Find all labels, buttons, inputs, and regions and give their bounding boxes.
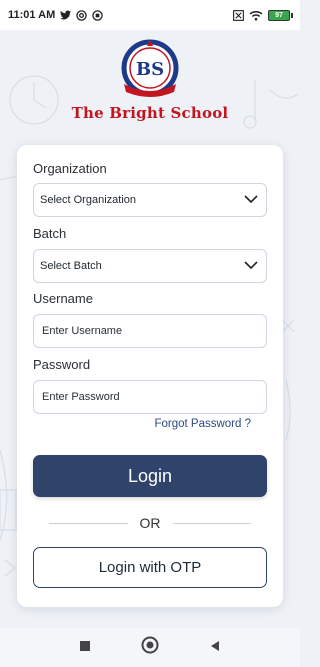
password-input[interactable]: Enter Password	[33, 380, 267, 414]
x-box-icon	[233, 9, 244, 21]
school-logo: BS The Bright School	[0, 38, 300, 124]
username-input[interactable]: Enter Username	[33, 314, 267, 348]
square-icon[interactable]	[79, 639, 91, 657]
school-emblem-icon: BS	[121, 39, 179, 97]
school-name: The Bright School	[71, 104, 229, 122]
status-bar: 11:01 AM 97	[0, 0, 300, 30]
login-card: Organization Select Organization Batch S…	[17, 145, 283, 607]
wifi-icon	[249, 10, 263, 21]
login-button[interactable]: Login	[33, 455, 267, 497]
organization-select-value: Select Organization	[40, 194, 136, 206]
or-text: OR	[139, 515, 161, 531]
batch-label: Batch	[33, 226, 67, 241]
navigation-bar	[0, 628, 300, 667]
at-sign-icon	[76, 9, 88, 21]
status-time: 11:01 AM	[8, 9, 56, 21]
username-label: Username	[33, 291, 93, 306]
divider-line	[49, 522, 128, 524]
emblem-initials: BS	[136, 59, 164, 80]
twitter-icon	[60, 10, 72, 20]
chevron-down-icon	[244, 261, 258, 270]
battery-icon: 97	[268, 9, 293, 21]
or-divider: OR	[49, 515, 251, 531]
circle-home-icon[interactable]	[141, 636, 159, 659]
status-right: 97	[233, 9, 293, 21]
back-triangle-icon[interactable]	[209, 639, 221, 657]
batch-select[interactable]: Select Batch	[33, 249, 267, 283]
chevron-down-icon	[244, 195, 258, 204]
password-label: Password	[33, 357, 91, 372]
password-placeholder: Enter Password	[42, 391, 120, 403]
forgot-password-link[interactable]: Forgot Password ?	[154, 418, 251, 430]
divider-line	[172, 522, 251, 524]
batch-select-value: Select Batch	[40, 260, 102, 272]
organization-label: Organization	[33, 161, 107, 176]
organization-select[interactable]: Select Organization	[33, 183, 267, 217]
status-left: 11:01 AM	[8, 9, 104, 21]
app-icon	[92, 9, 104, 21]
login-with-otp-button[interactable]: Login with OTP	[33, 547, 267, 588]
username-placeholder: Enter Username	[42, 325, 123, 337]
